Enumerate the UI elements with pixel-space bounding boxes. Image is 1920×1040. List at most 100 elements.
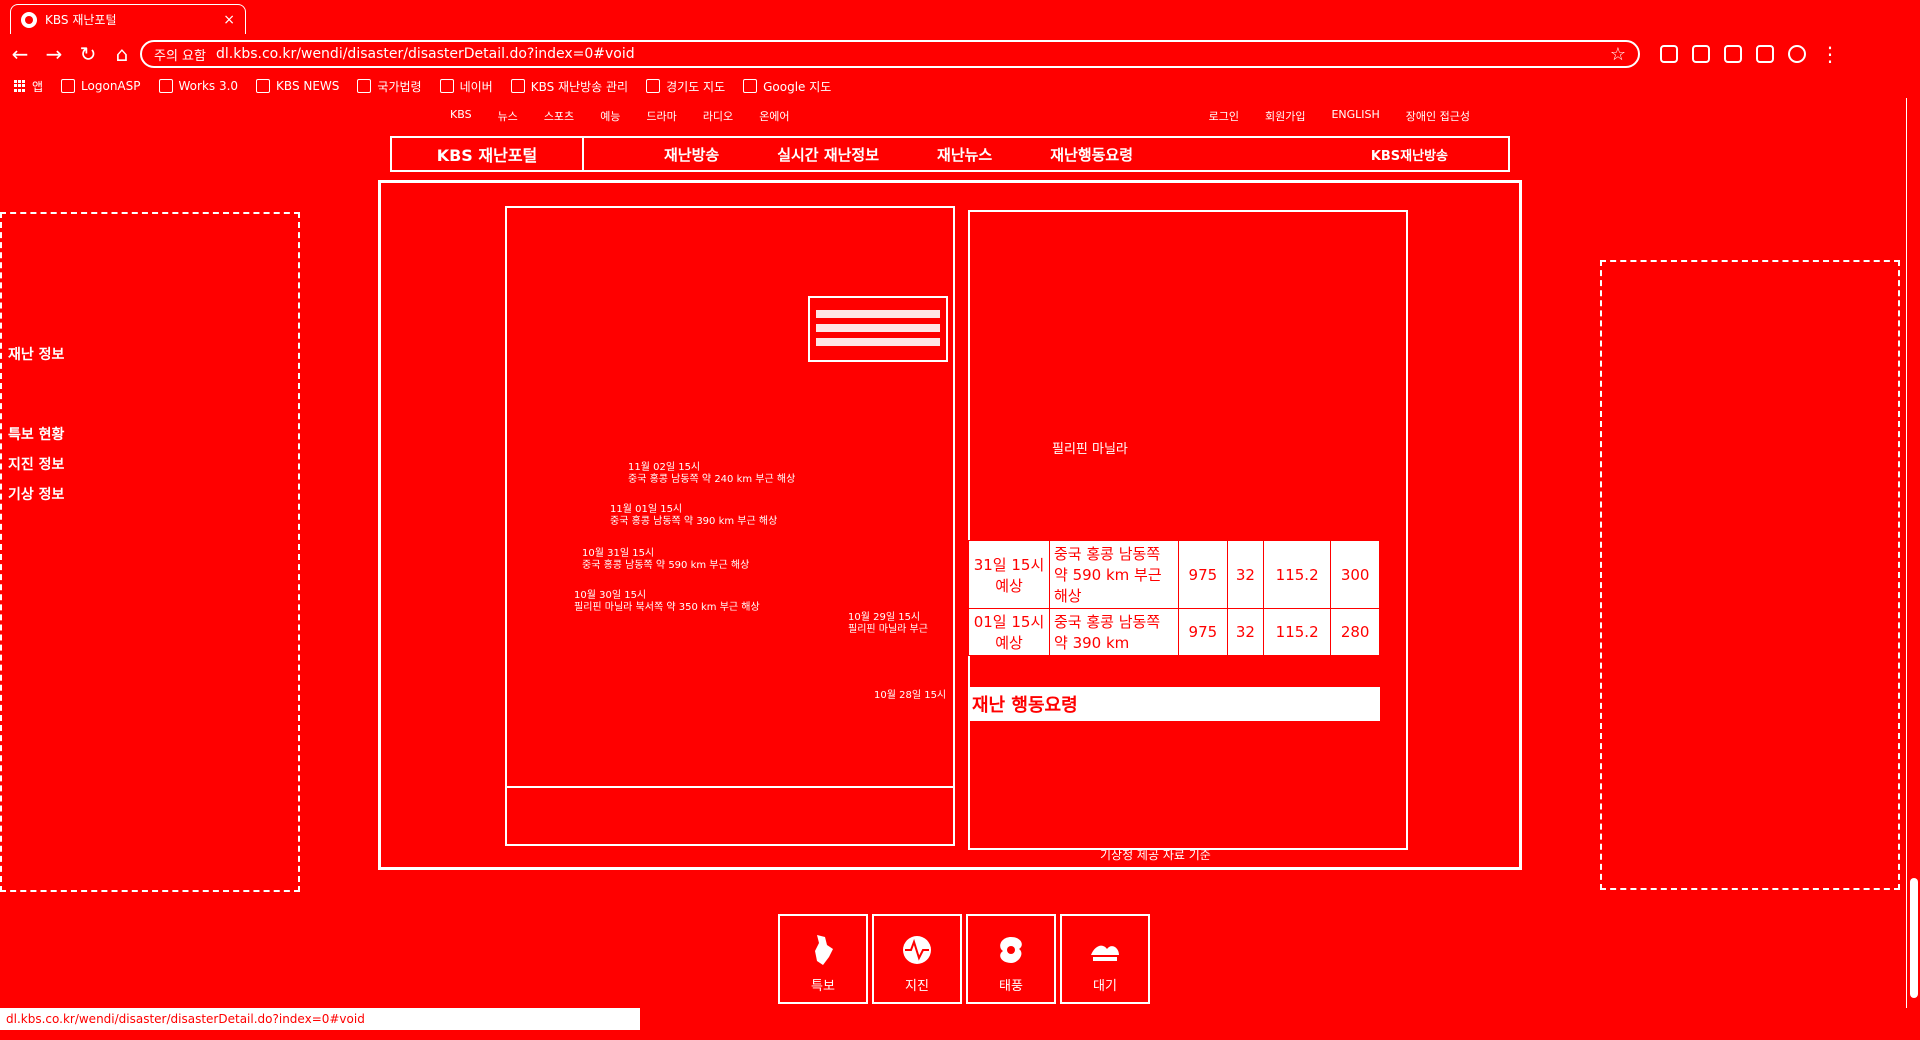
table-cell: 115.2 [1263, 608, 1332, 656]
track-point: 10월 28일 15시 [874, 690, 947, 701]
scrollbar-thumb[interactable] [1910, 878, 1918, 998]
nav-link[interactable]: 뉴스 [498, 108, 518, 128]
kebab-menu-icon[interactable]: ⋮ [1820, 44, 1840, 64]
extensions: ⋮ [1660, 40, 1840, 68]
security-label[interactable]: 주의 요함 [154, 45, 206, 64]
right-banner[interactable] [1600, 260, 1900, 890]
accessibility-link[interactable]: 장애인 접근성 [1406, 108, 1470, 128]
map-legend [808, 296, 948, 362]
page-icon [158, 79, 173, 93]
table-cell: 중국 홍콩 남동쪽 약 590 km 부근 해상 [1049, 540, 1179, 609]
signup-link[interactable]: 회원가입 [1265, 108, 1305, 128]
side-text: 특보 현황 [8, 427, 65, 443]
folder-icon [510, 79, 525, 93]
map-footer [507, 786, 953, 846]
bookmark-item[interactable]: 네이버 [439, 78, 493, 95]
korea-map-icon [815, 935, 833, 965]
profile-icon[interactable] [1788, 45, 1806, 63]
tile-air[interactable]: 대기 [1060, 914, 1150, 1004]
track-point: 10월 29일 15시 필리핀 마닐라 부근 [848, 612, 928, 635]
bookmark-apps[interactable]: 앱 [14, 78, 43, 95]
nav-link[interactable]: 온에어 [759, 108, 789, 128]
nav-link[interactable]: 드라마 [646, 108, 676, 128]
table-cell: 115.2 [1263, 540, 1332, 609]
close-icon[interactable]: × [223, 12, 235, 28]
track-point: 11월 01일 15시 중국 홍콩 남동쪽 약 390 km 부근 해상 [610, 504, 778, 527]
top-utility-nav: KBS 뉴스 스포츠 예능 드라마 라디오 온에어 로그인 회원가입 ENGLI… [450, 108, 1470, 128]
url-text[interactable]: dl.kbs.co.kr/wendi/disaster/disasterDeta… [216, 46, 1600, 62]
table-cell: 300 [1330, 540, 1380, 609]
side-text: 재난 정보 [8, 347, 65, 363]
left-banner[interactable]: 재난 정보 특보 현황 지진 정보 기상 정보 [0, 212, 300, 892]
apps-grid-icon [14, 80, 26, 92]
bookmark-item[interactable]: Google 지도 [743, 78, 831, 95]
nav-link[interactable]: 스포츠 [544, 108, 574, 128]
back-icon[interactable]: ← [6, 40, 34, 68]
bookmark-item[interactable]: KBS NEWS [256, 79, 339, 93]
nav-link[interactable]: 라디오 [703, 108, 733, 128]
tile-label: 지진 [905, 979, 929, 994]
legend-line [816, 338, 940, 346]
tile-earthquake[interactable]: 지진 [872, 914, 962, 1004]
tile-label: 대기 [1093, 979, 1117, 994]
earthquake-icon [903, 936, 931, 964]
extension-icon[interactable] [1660, 45, 1678, 63]
bookmark-item[interactable]: LogonASP [61, 79, 141, 93]
side-text: 기상 정보 [8, 487, 65, 503]
bookmark-item[interactable]: KBS 재난방송 관리 [510, 78, 628, 95]
typhoon-icon [1000, 937, 1022, 963]
forward-icon[interactable]: → [40, 40, 68, 68]
tile-label: 특보 [811, 979, 835, 994]
nav-link[interactable]: KBS [450, 108, 472, 128]
source-note: 기상청 제공 자료 기준 [1100, 848, 1211, 862]
nav-link[interactable]: 예능 [600, 108, 620, 128]
tile-typhoon[interactable]: 태풍 [966, 914, 1056, 1004]
disaster-tiles: 특보 지진 태풍 대기 [778, 914, 1150, 1004]
forecast-heading: 필리핀 마닐라 [1052, 442, 1128, 457]
forecast-panel [968, 210, 1408, 850]
map-icon [743, 79, 758, 93]
forecast-table: 31일 15시 예상 중국 홍콩 남동쪽 약 590 km 부근 해상 975 … [968, 540, 1380, 656]
bookmark-item[interactable]: 경기도 지도 [646, 78, 725, 95]
table-cell: 중국 홍콩 남동쪽 약 390 km [1049, 608, 1179, 656]
menu-realtime[interactable]: 실시간 재난정보 [777, 144, 879, 165]
table-cell: 32 [1226, 540, 1265, 609]
login-link[interactable]: 로그인 [1209, 108, 1239, 128]
table-cell: 975 [1178, 540, 1228, 609]
tile-warning[interactable]: 특보 [778, 914, 868, 1004]
header-brand-link[interactable]: KBS재난방송 [1371, 145, 1508, 164]
folder-icon [646, 79, 661, 93]
menu-guide[interactable]: 재난행동요령 [1050, 144, 1133, 165]
bookmark-item[interactable]: Works 3.0 [158, 79, 238, 93]
menu-broadcast[interactable]: 재난방송 [664, 144, 719, 165]
table-row: 31일 15시 예상 중국 홍콩 남동쪽 약 590 km 부근 해상 975 … [968, 540, 1380, 609]
page-scrollbar[interactable] [1906, 98, 1920, 1008]
site-logo[interactable]: KBS 재난포털 [392, 138, 584, 170]
tab-title: KBS 재난포털 [45, 13, 117, 27]
table-cell: 32 [1226, 608, 1265, 656]
english-link[interactable]: ENGLISH [1331, 108, 1379, 128]
extension-icon[interactable] [1724, 45, 1742, 63]
extension-icon[interactable] [1692, 45, 1710, 63]
home-icon[interactable]: ⌂ [108, 40, 136, 68]
side-text: 지진 정보 [8, 457, 65, 473]
favicon-icon [21, 11, 37, 28]
page-icon [61, 79, 76, 93]
legend-line [816, 310, 940, 318]
tile-label: 태풍 [999, 979, 1023, 994]
page-icon [256, 79, 271, 93]
status-bar: dl.kbs.co.kr/wendi/disaster/disasterDeta… [0, 1008, 640, 1030]
reload-icon[interactable]: ↻ [74, 40, 102, 68]
menu-news[interactable]: 재난뉴스 [937, 144, 992, 165]
address-bar[interactable]: 주의 요함 dl.kbs.co.kr/wendi/disaster/disast… [140, 40, 1640, 68]
legend-line [816, 324, 940, 332]
bookmark-star-icon[interactable]: ☆ [1610, 44, 1626, 65]
tab-bar [0, 0, 1920, 34]
table-cell: 31일 15시 예상 [968, 540, 1050, 609]
browser-tab[interactable]: KBS 재난포털 × [10, 4, 246, 34]
bookmark-item[interactable]: 국가법령 [357, 78, 422, 95]
main-menu: 재난방송 실시간 재난정보 재난뉴스 재난행동요령 [584, 144, 1371, 165]
table-cell: 280 [1330, 608, 1380, 656]
extension-icon[interactable] [1756, 45, 1774, 63]
folder-icon [357, 79, 372, 93]
